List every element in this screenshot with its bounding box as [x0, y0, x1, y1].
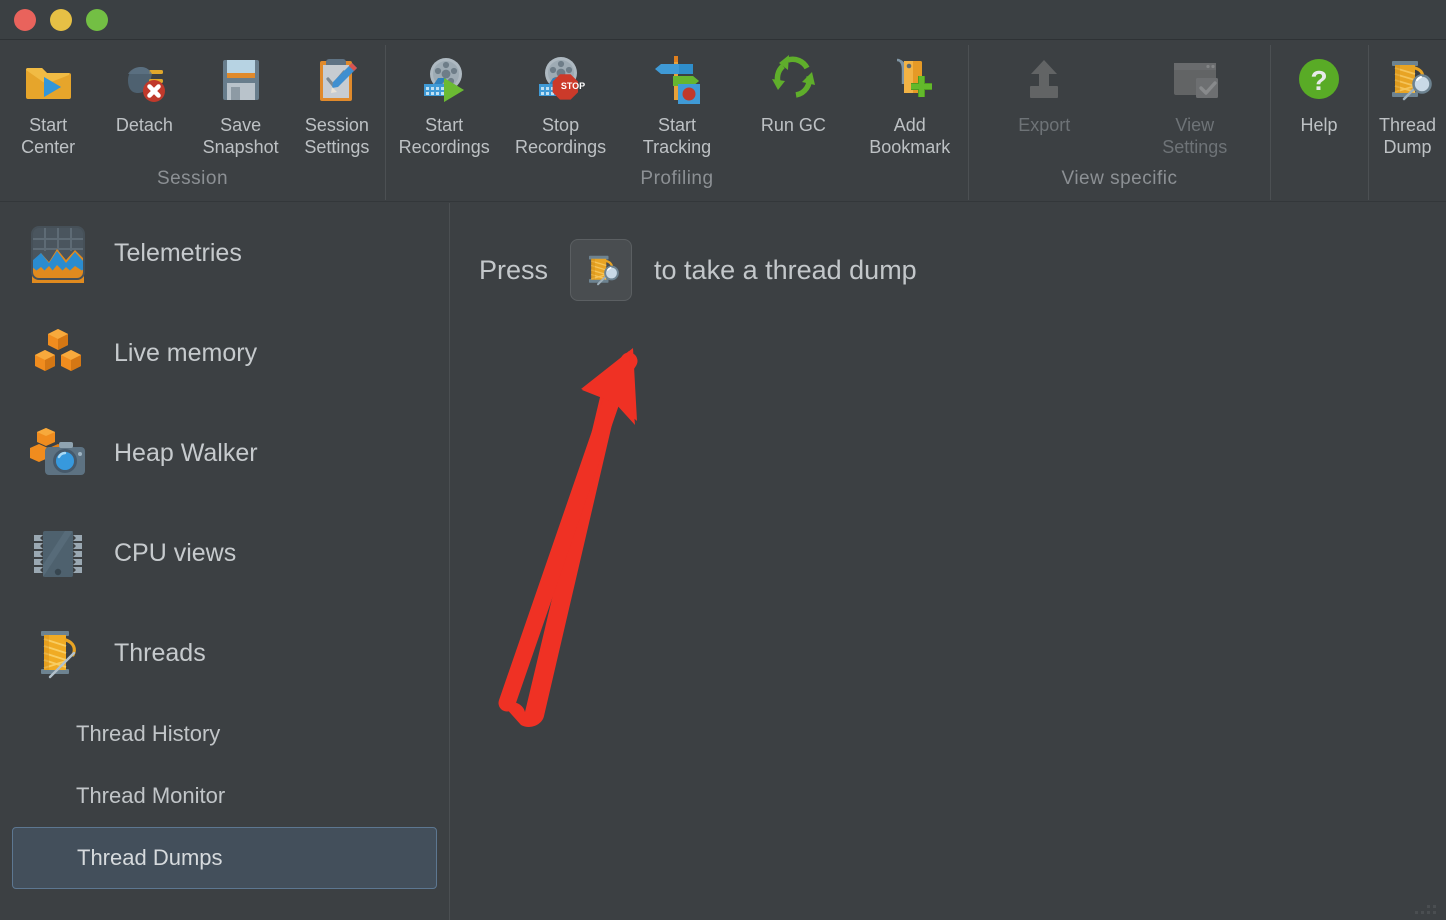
sidebar-item-heap-walker[interactable]: Heap Walker — [0, 403, 449, 503]
help-button[interactable]: ? Help — [1273, 40, 1365, 136]
start-tracking-icon — [649, 52, 705, 108]
start-tracking-label: Start Tracking — [642, 115, 712, 157]
run-gc-label: Run GC — [760, 115, 826, 135]
jprofiler-window: Start Center Detach Save Snapshot Sessio… — [0, 0, 1446, 920]
sidebar-item-thread-history[interactable]: Thread History — [12, 703, 437, 765]
detach-button[interactable]: Detach — [96, 40, 192, 136]
add-bookmark-icon — [882, 52, 938, 108]
zoom-window-button[interactable] — [86, 8, 108, 31]
threads-icon — [28, 623, 88, 683]
session-settings-icon — [309, 52, 365, 108]
stop-recordings-label: Stop Recordings — [515, 115, 607, 157]
thread-dump-label: Thread Dump — [1378, 115, 1437, 157]
view-settings-label: View Settings — [1162, 115, 1228, 157]
resize-grip[interactable] — [1397, 895, 1443, 917]
red-arrow-icon — [498, 348, 638, 727]
sidebar-item-heap-walker-label: Heap Walker — [114, 438, 258, 467]
save-snapshot-icon — [213, 52, 269, 108]
sidebar-item-threads-label: Threads — [114, 638, 206, 667]
toolbar-group-profiling: Start Recordings STOP Stop Recordings St… — [386, 40, 968, 202]
sidebar-item-cpu-views-label: CPU views — [114, 538, 237, 567]
sidebar-item-cpu-views[interactable]: CPU views — [0, 503, 449, 603]
export-label: Export — [1018, 115, 1071, 135]
hint-suffix-label: to take a thread dump — [654, 254, 917, 285]
toolbar-group-profiling-title: Profiling — [640, 168, 714, 189]
start-tracking-button[interactable]: Start Tracking — [619, 40, 735, 158]
export-button[interactable]: Export — [988, 40, 1100, 136]
help-label: Help — [1300, 115, 1338, 135]
thread-dump-icon — [580, 249, 622, 291]
sidebar-item-live-memory[interactable]: Live memory — [0, 303, 449, 403]
heap-walker-icon — [28, 423, 88, 483]
toolbar-group-view-specific-title: View specific — [1061, 168, 1178, 189]
sidebar-item-thread-monitor[interactable]: Thread Monitor — [12, 765, 437, 827]
add-bookmark-label: Add Bookmark — [869, 115, 951, 157]
main-toolbar: Start Center Detach Save Snapshot Sessio… — [0, 40, 1446, 202]
telemetries-icon — [28, 223, 88, 283]
help-icon: ? — [1291, 52, 1347, 108]
live-memory-icon — [28, 323, 88, 383]
start-recordings-icon — [416, 52, 472, 108]
session-settings-label: Session Settings — [304, 115, 370, 157]
cpu-views-icon — [28, 523, 88, 583]
start-recordings-button[interactable]: Start Recordings — [386, 40, 502, 158]
thread-dump-button[interactable]: Thread Dump — [1369, 40, 1446, 158]
start-recordings-label: Start Recordings — [398, 115, 490, 157]
add-bookmark-button[interactable]: Add Bookmark — [852, 40, 968, 158]
main-content-panel: Press to take a thread dump — [451, 203, 1446, 920]
export-icon — [1016, 52, 1072, 108]
window-controls — [14, 8, 108, 31]
navigation-sidebar: Telemetries Live memory Heap Walker CPU … — [0, 203, 450, 920]
sidebar-item-thread-monitor-label: Thread Monitor — [76, 783, 226, 808]
window-titlebar — [0, 0, 1446, 40]
sidebar-item-threads[interactable]: Threads — [0, 603, 449, 703]
svg-text:STOP: STOP — [560, 81, 584, 91]
hint-prefix-label: Press — [479, 254, 549, 285]
sidebar-item-live-memory-label: Live memory — [114, 338, 258, 367]
take-thread-dump-button[interactable] — [570, 239, 633, 301]
stop-recordings-icon: STOP — [533, 52, 589, 108]
red-arrow-annotation — [498, 348, 638, 727]
sidebar-item-thread-dumps[interactable]: Thread Dumps — [12, 827, 437, 889]
sidebar-item-telemetries[interactable]: Telemetries — [0, 203, 449, 303]
save-snapshot-button[interactable]: Save Snapshot — [193, 40, 289, 158]
view-settings-button[interactable]: View Settings — [1139, 40, 1251, 158]
close-window-button[interactable] — [14, 8, 36, 31]
sidebar-item-thread-history-label: Thread History — [76, 721, 221, 746]
view-settings-icon — [1167, 52, 1223, 108]
stop-recordings-button[interactable]: STOP Stop Recordings — [503, 40, 619, 158]
minimize-window-button[interactable] — [50, 8, 72, 31]
detach-label: Detach — [115, 115, 173, 135]
toolbar-group-thread-dump: Thread Dump — [1369, 40, 1446, 202]
session-settings-button[interactable]: Session Settings — [289, 40, 385, 158]
sidebar-item-telemetries-label: Telemetries — [114, 238, 242, 267]
toolbar-group-session-title: Session — [156, 168, 229, 189]
svg-text:?: ? — [1310, 65, 1327, 96]
toolbar-group-help: ? Help — [1271, 40, 1367, 202]
toolbar-group-session: Start Center Detach Save Snapshot Sessio… — [0, 40, 385, 202]
save-snapshot-label: Save Snapshot — [202, 115, 279, 157]
run-gc-icon — [765, 52, 821, 108]
start-center-button[interactable]: Start Center — [0, 40, 96, 158]
sidebar-item-thread-dumps-label: Thread Dumps — [77, 845, 223, 870]
start-center-icon — [20, 52, 76, 108]
run-gc-button[interactable]: Run GC — [735, 40, 851, 136]
thread-dump-hint: Press to take a thread dump — [479, 239, 917, 301]
start-center-label: Start Center — [21, 115, 76, 157]
thread-dump-icon — [1380, 52, 1436, 108]
toolbar-group-view-specific: Export View Settings View specific — [969, 40, 1270, 202]
detach-icon — [116, 52, 172, 108]
